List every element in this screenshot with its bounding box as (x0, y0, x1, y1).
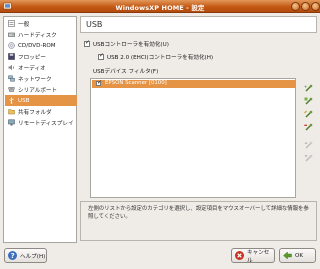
enable-ehci-checkbox[interactable] (98, 52, 104, 60)
sidebar-item-cd-dvd[interactable]: CD/DVD-ROM (5, 40, 77, 51)
panel-header: USB (80, 16, 317, 33)
sidebar-item-general[interactable]: 一般 (5, 18, 77, 29)
shared-folder-icon (8, 109, 15, 115)
sidebar-item-label: CD/DVD-ROM (18, 42, 56, 49)
move-filter-up-icon[interactable] (304, 141, 313, 150)
sidebar-item-label: USB (18, 97, 30, 104)
enable-usb-checkbox[interactable] (84, 39, 90, 47)
add-filter-icon[interactable]: + (304, 84, 313, 93)
cd-dvd-icon (8, 42, 15, 49)
general-icon (8, 20, 15, 27)
sidebar-item-audio[interactable]: オーディオ (5, 62, 77, 73)
edit-filter-icon[interactable] (304, 110, 313, 119)
sidebar-item-label: シリアルポート (18, 87, 58, 94)
title-bar[interactable]: WindowsXP HOME - 設定 (0, 0, 320, 13)
move-filter-down-icon[interactable] (304, 154, 313, 163)
ok-arrow-icon (283, 251, 292, 260)
remove-filter-icon[interactable] (304, 123, 313, 132)
minimize-button[interactable] (291, 2, 300, 11)
sidebar-item-usb[interactable]: USB (5, 95, 77, 106)
svg-text:+: + (304, 84, 307, 89)
sidebar-item-serial-port[interactable]: シリアルポート (5, 84, 77, 95)
sidebar-item-label: ネットワーク (18, 76, 52, 83)
add-filter-from-device-icon[interactable] (304, 97, 313, 106)
settings-category-list[interactable]: 一般 ハードディスク CD/DVD-ROM フロッピー オーディオ ネットワーク… (3, 16, 77, 243)
usb-filter-label: USBデバイス フィルタ(F) (93, 69, 159, 75)
remote-display-icon (8, 119, 15, 126)
usb-filter-list[interactable]: EPSON Scanner [0100] (90, 78, 296, 198)
audio-icon (8, 64, 14, 71)
network-icon (8, 75, 15, 82)
sidebar-item-label: 共有フォルダ (18, 109, 52, 116)
maximize-button[interactable] (301, 2, 310, 11)
sidebar-item-label: 一般 (18, 21, 30, 28)
cancel-icon (235, 251, 244, 260)
serial-port-icon (8, 87, 15, 92)
sidebar-item-network[interactable]: ネットワーク (5, 73, 77, 84)
sidebar-item-shared-folder[interactable]: 共有フォルダ (5, 106, 77, 117)
usb-icon (9, 97, 14, 104)
help-icon: ? (8, 251, 17, 260)
panel-title: USB (86, 20, 103, 29)
sidebar-item-floppy[interactable]: フロッピー (5, 51, 77, 62)
usb-settings-panel: USB USBコントローラを有効化(U) USB 2.0 (EHCI)コントロー… (80, 16, 317, 243)
info-text: 左側のリストから設定のカテゴリを選択し、設定項目をマウスオーバーして詳細な情報を… (88, 206, 309, 220)
close-window-button[interactable] (311, 2, 320, 11)
floppy-icon (8, 53, 15, 60)
sidebar-item-label: フロッピー (18, 54, 46, 61)
enable-usb-label[interactable]: USBコントローラを有効化(U) (93, 40, 169, 48)
cancel-button-label: キャンセル (247, 249, 270, 264)
ok-button[interactable]: OK (279, 248, 316, 263)
list-item[interactable]: EPSON Scanner [0100] (92, 79, 296, 88)
sidebar-item-label: ハードディスク (18, 32, 57, 39)
sidebar-item-label: リモートディスプレイ (18, 120, 74, 127)
filter-enabled-checkbox[interactable] (96, 79, 102, 86)
sidebar-item-label: オーディオ (18, 65, 46, 72)
help-button[interactable]: ? ヘルプ(H) (4, 248, 47, 263)
cancel-button[interactable]: キャンセル (231, 248, 275, 264)
help-button-label: ヘルプ(H) (20, 253, 46, 260)
enable-ehci-label[interactable]: USB 2.0 (EHCI)コントローラを有効化(H) (107, 53, 213, 61)
hard-disk-icon (8, 32, 15, 37)
info-panel: 左側のリストから設定のカテゴリを選択し、設定項目をマウスオーバーして詳細な情報を… (80, 201, 317, 241)
filter-name: EPSON Scanner [0100] (105, 80, 167, 86)
svg-text:?: ? (11, 252, 15, 260)
sidebar-item-hard-disk[interactable]: ハードディスク (5, 29, 77, 40)
window-title: WindowsXP HOME - 設定 (115, 4, 205, 12)
sidebar-item-remote-display[interactable]: リモートディスプレイ (5, 117, 77, 128)
ok-button-label: OK (295, 252, 304, 259)
